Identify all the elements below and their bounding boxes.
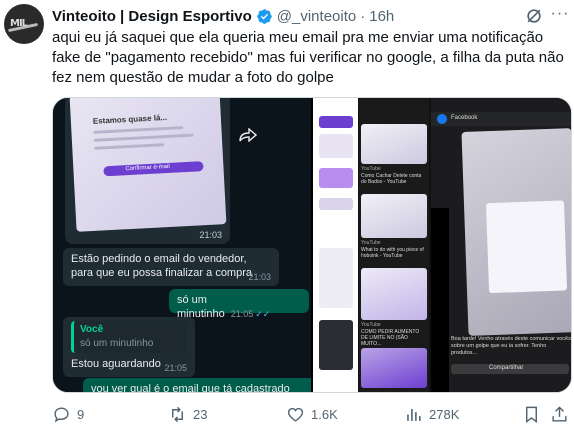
author-name[interactable]: Vinteoito | Design Esportivo xyxy=(52,8,252,25)
result-title: What to do with you piece of hoboink - Y… xyxy=(361,247,424,259)
result-title: Como Cachar Delete conta do Badoo - YouT… xyxy=(361,173,422,185)
share-button[interactable] xyxy=(550,402,569,426)
views-button[interactable]: 278K xyxy=(404,402,459,426)
share-icon xyxy=(552,405,567,422)
result-thumbnail xyxy=(361,348,427,388)
collage-block xyxy=(319,248,353,308)
quoted-text: só um minutinho xyxy=(80,338,154,349)
collage-block xyxy=(319,198,353,210)
heart-icon xyxy=(287,407,304,422)
result-source: YouTube xyxy=(361,240,381,246)
reply-count: 9 xyxy=(77,406,85,422)
collage-facebook-post: Facebook Boa tarde! Venho através deste … xyxy=(431,98,571,392)
facebook-icon xyxy=(437,114,447,124)
like-count: 1.6K xyxy=(311,406,338,422)
facebook-bar: Facebook xyxy=(431,112,571,126)
chat-image-title: Estamos quase lá... xyxy=(92,112,168,126)
reply-button[interactable]: 9 xyxy=(52,402,84,426)
more-options-icon[interactable]: ··· xyxy=(550,4,570,24)
media-image-collage[interactable]: YouTube Como Cachar Delete conta do Bado… xyxy=(313,98,571,392)
message-time: 21:03 xyxy=(199,230,222,240)
result-source: YouTube xyxy=(361,166,381,172)
result-thumbnail xyxy=(361,124,427,164)
header-separator: · xyxy=(360,7,366,25)
forward-icon[interactable] xyxy=(239,127,258,143)
doc-line xyxy=(93,126,184,134)
search-result-card[interactable]: YouTube What to do with you piece of hob… xyxy=(359,194,429,260)
chat-message-in: Você só um minutinho Estou aguardando 21… xyxy=(63,317,195,377)
collage-left-column xyxy=(313,98,358,392)
message-time: 21:05 xyxy=(230,309,254,319)
chat-message-in: Estão pedindo o email do vendedor, para … xyxy=(63,248,279,286)
facebook-post-caption: Boa tarde! Venho através deste comunicar… xyxy=(451,336,571,356)
collage-results-column: YouTube Como Cachar Delete conta do Bado… xyxy=(359,98,429,392)
bookmark-button[interactable] xyxy=(522,402,547,426)
grok-icon[interactable] xyxy=(524,6,544,26)
message-time: 21:03 xyxy=(248,272,271,282)
verified-badge-icon xyxy=(257,8,272,24)
facebook-post-document xyxy=(485,200,568,294)
chat-message-out: só um minutinho 21:05 ✓✓ xyxy=(169,289,309,320)
search-result-card[interactable]: YouTube COMO PEDIR AUMENTO DE LIMITE NO … xyxy=(359,268,429,348)
facebook-share-bar: Compartilhar xyxy=(451,364,569,374)
tweet-timestamp[interactable]: 16h xyxy=(369,8,394,25)
tweet-header: Vinteoito | Design Esportivo @_vinteoito… xyxy=(52,6,394,26)
views-count: 278K xyxy=(429,406,460,422)
facebook-share-label: Compartilhar xyxy=(489,365,524,371)
message-text: vou ver qual é o email que tá cadastrado xyxy=(91,383,290,392)
chat-image-document: Estamos quase lá... Confirmar e-mail xyxy=(69,98,227,232)
quoted-author: Você xyxy=(80,324,104,335)
repost-button[interactable]: 23 xyxy=(168,402,207,426)
result-thumbnail xyxy=(361,194,427,238)
collage-block xyxy=(319,168,353,188)
search-result-card[interactable]: YouTube Como Cachar Delete conta do Bado… xyxy=(359,124,429,186)
reply-icon xyxy=(54,406,69,422)
author-avatar[interactable]: MIL xyxy=(4,4,44,44)
search-result-card[interactable] xyxy=(359,348,429,388)
message-time: 21:05 xyxy=(164,363,187,373)
facebook-label: Facebook xyxy=(451,115,478,121)
views-icon xyxy=(407,408,421,421)
tweet-text: aqui eu já saquei que ela queria meu ema… xyxy=(52,29,568,86)
like-button[interactable]: 1.6K xyxy=(286,402,338,426)
facebook-post-image xyxy=(461,128,571,336)
collage-dark-strip xyxy=(431,208,449,392)
tweet-actions: 9 23 1.6K 278K xyxy=(52,402,570,426)
media-image-chat[interactable]: Estamos quase lá... Confirmar e-mail 21:… xyxy=(53,98,311,392)
result-title: COMO PEDIR AUMENTO DE LIMITE NO (SÃO MUI… xyxy=(361,329,420,347)
repost-count: 23 xyxy=(193,406,208,422)
repost-icon xyxy=(172,406,183,422)
author-handle[interactable]: @_vinteoito xyxy=(277,8,356,25)
doc-line xyxy=(94,143,165,150)
tweet-media[interactable]: Estamos quase lá... Confirmar e-mail 21:… xyxy=(52,97,572,393)
message-text: Estão pedindo o email do vendedor, para … xyxy=(71,253,252,279)
collage-block xyxy=(319,320,353,370)
bookmark-icon xyxy=(526,406,537,423)
message-text: Estou aguardando xyxy=(71,358,161,370)
collage-block xyxy=(319,134,353,158)
chat-image-message[interactable]: Estamos quase lá... Confirmar e-mail 21:… xyxy=(65,98,230,244)
quoted-message: Você só um minutinho xyxy=(71,321,187,353)
chat-message-out: vou ver qual é o email que tá cadastrado xyxy=(83,378,311,392)
result-source: YouTube xyxy=(361,322,381,328)
result-thumbnail xyxy=(361,268,427,320)
read-receipt-icon: ✓✓ xyxy=(255,309,271,319)
doc-line xyxy=(93,133,194,142)
collage-block xyxy=(319,116,353,128)
